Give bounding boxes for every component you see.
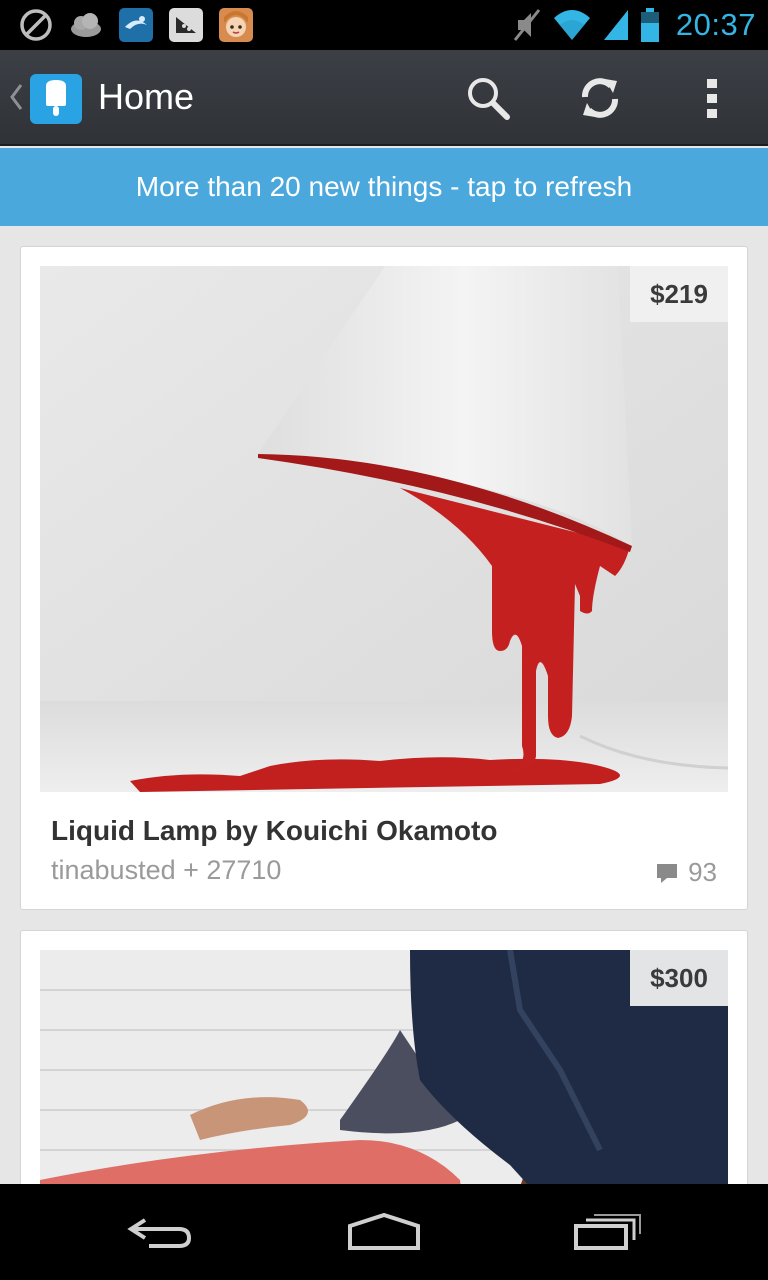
- refresh-banner[interactable]: More than 20 new things - tap to refresh: [0, 148, 768, 226]
- up-caret-icon[interactable]: [8, 82, 24, 112]
- refresh-icon: [582, 78, 618, 118]
- denim-jacket-photo: [40, 950, 728, 1184]
- feed[interactable]: $219 Liquid Lamp by Kouichi Okamoto tina…: [0, 226, 768, 1184]
- status-clock: 20:37: [675, 7, 756, 42]
- app-icon: [119, 8, 153, 42]
- search-button[interactable]: [460, 70, 516, 126]
- price-tag: $300: [630, 950, 728, 1006]
- blocked-icon: [20, 9, 52, 41]
- status-bar: 20:37: [0, 0, 768, 50]
- liquid-lamp-photo: [40, 266, 728, 792]
- refresh-banner-text: More than 20 new things - tap to refresh: [135, 171, 633, 202]
- product-title[interactable]: Liquid Lamp by Kouichi Okamoto: [51, 815, 497, 847]
- recent-apps-icon: [574, 1214, 641, 1250]
- home-icon: [348, 1212, 420, 1250]
- product-image[interactable]: $300: [40, 950, 728, 1184]
- action-bar: Home: [0, 50, 768, 146]
- product-image[interactable]: $219: [40, 266, 728, 792]
- comment-count[interactable]: 93: [656, 857, 717, 888]
- popsicle-logo-icon: [46, 80, 66, 116]
- price-tag: $219: [630, 266, 728, 322]
- message-icon: [169, 8, 203, 42]
- signal-icon: [603, 10, 628, 40]
- overflow-menu-icon: [707, 79, 717, 118]
- recent-apps-button[interactable]: [560, 1202, 656, 1262]
- back-button[interactable]: [112, 1202, 208, 1262]
- battery-icon: [640, 8, 659, 42]
- search-icon: [468, 78, 510, 120]
- weather-icon: [71, 13, 101, 37]
- game-avatar-icon: [219, 8, 253, 42]
- navigation-bar: [0, 1184, 768, 1280]
- page-title: Home: [98, 76, 195, 117]
- comment-count-label: 93: [688, 857, 717, 887]
- overflow-menu-button[interactable]: [684, 70, 740, 126]
- feed-card[interactable]: $219 Liquid Lamp by Kouichi Okamoto tina…: [20, 246, 748, 910]
- refresh-button[interactable]: [572, 70, 628, 126]
- app-logo[interactable]: [30, 74, 82, 124]
- feed-card[interactable]: $300: [20, 930, 748, 1184]
- wifi-icon: [553, 10, 590, 40]
- comment-icon: [657, 863, 678, 883]
- back-icon: [127, 1218, 192, 1248]
- home-button[interactable]: [336, 1202, 432, 1262]
- product-meta[interactable]: tinabusted + 27710: [51, 855, 281, 886]
- mute-icon: [513, 9, 541, 41]
